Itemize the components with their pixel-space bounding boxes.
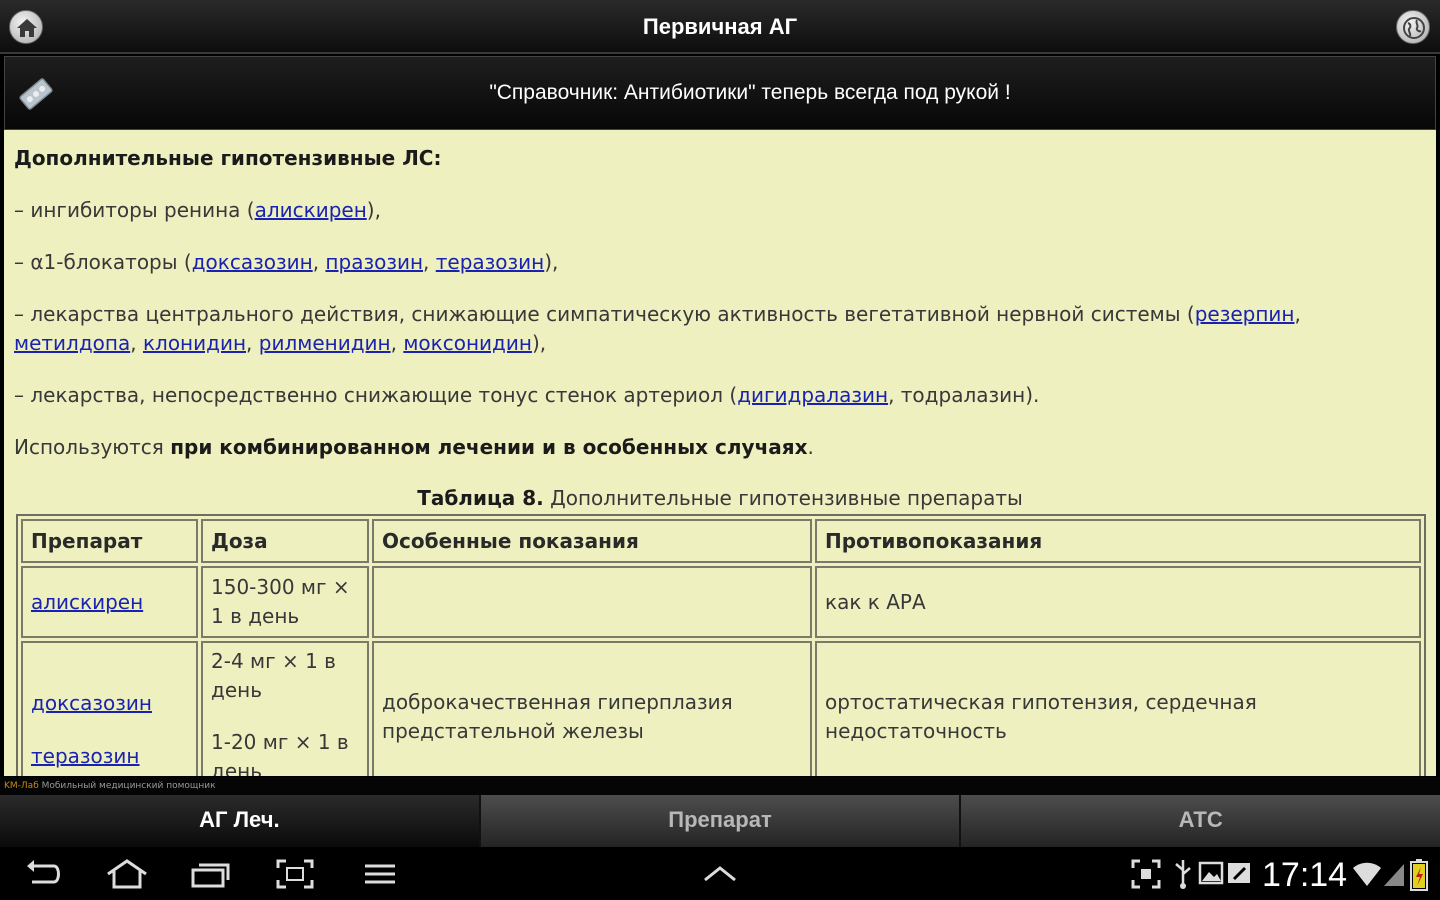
table-row: доксазозин теразозин 2-4 мг × 1 в день 1…	[21, 641, 1421, 776]
list-item-renin: – ингибиторы ренина (алискирен),	[14, 198, 381, 222]
table-row: алискирен 150-300 мг × 1 в день как к АР…	[21, 566, 1421, 638]
list-item-direct-vasodilators: – лекарства, непосредственно снижающие т…	[14, 383, 1040, 407]
usb-icon	[1175, 860, 1191, 889]
usage-note: Используются при комбинированном лечении…	[14, 435, 814, 459]
gallery-icon	[1198, 861, 1224, 885]
table-link-doxazosin[interactable]: доксазозин	[31, 691, 152, 715]
link-terazosin[interactable]: теразозин	[436, 250, 545, 274]
tab-treatment[interactable]: АГ Леч.	[0, 795, 481, 847]
battery-icon	[1410, 859, 1428, 891]
link-clonidine[interactable]: клонидин	[143, 331, 246, 355]
table-header-row: Препарат Доза Особенные показания Против…	[21, 519, 1421, 563]
link-moxonidine[interactable]: моксонидин	[403, 331, 532, 355]
cell-contraindications: как к АРА	[815, 566, 1421, 638]
header-indications: Особенные показания	[372, 519, 812, 563]
globe-button[interactable]	[1396, 10, 1430, 44]
signal-icon	[1384, 864, 1404, 886]
cell-dose: 150-300 мг × 1 в день	[201, 566, 369, 638]
list-item-alpha-blockers: – α1-блокаторы (доксазозин, празозин, те…	[14, 250, 559, 274]
bottom-tabs: АГ Леч. Препарат АТС	[0, 795, 1440, 847]
list-item-central-action: – лекарства центрального действия, снижа…	[14, 302, 1301, 355]
cell-contraindications: ортостатическая гипотензия, сердечная не…	[815, 641, 1421, 776]
cell-dose: 2-4 мг × 1 в день 1-20 мг × 1 в день	[201, 641, 369, 776]
table-link-terazosin[interactable]: теразозин	[31, 744, 140, 768]
link-methyldopa[interactable]: метилдопа	[14, 331, 130, 355]
pill-package-icon	[19, 78, 53, 110]
dose-terazosin: 1-20 мг × 1 в день	[211, 730, 349, 776]
promo-banner[interactable]: "Справочник: Антибиотики" теперь всегда …	[4, 56, 1436, 130]
cell-indications	[372, 566, 812, 638]
header-dose: Доза	[201, 519, 369, 563]
footer-strip: KM-Лаб Мобильный медицинский помощник	[0, 777, 1440, 795]
system-nav-bar: 17:14	[0, 848, 1440, 900]
recent-apps-icon[interactable]	[190, 858, 232, 890]
link-dihydralazine[interactable]: дигидралазин	[737, 383, 888, 407]
link-prazosin[interactable]: празозин	[325, 250, 423, 274]
home-icon[interactable]	[104, 858, 150, 890]
screenshot-icon	[1131, 859, 1161, 889]
tab-atc[interactable]: АТС	[961, 795, 1440, 847]
cell-drug: алискирен	[21, 566, 198, 638]
header-contraindications: Противопоказания	[815, 519, 1421, 563]
screenshot-icon[interactable]	[274, 858, 316, 890]
link-reserpine[interactable]: резерпин	[1195, 302, 1295, 326]
cell-indications: доброкачественная гиперплазия предстател…	[372, 641, 812, 776]
tab-drug[interactable]: Препарат	[480, 795, 962, 847]
section-heading: Дополнительные гипотензивные ЛС:	[14, 146, 442, 170]
title-bar: Первичная АГ	[0, 0, 1440, 54]
link-doxazosin[interactable]: доксазозин	[192, 250, 313, 274]
page-title: Первичная АГ	[642, 14, 798, 39]
dose-doxazosin: 2-4 мг × 1 в день	[211, 649, 336, 702]
cell-drug: доксазозин теразозин	[21, 641, 198, 776]
menu-icon[interactable]	[362, 858, 398, 890]
brand-label: KM-Лаб	[4, 781, 39, 791]
clock: 17:14	[1262, 856, 1348, 894]
brand-tagline: Мобильный медицинский помощник	[38, 781, 216, 791]
table-caption: Таблица 8. Дополнительные гипотензивные …	[417, 486, 1023, 510]
header-drug: Препарат	[21, 519, 198, 563]
link-aliskiren[interactable]: алискирен	[255, 198, 367, 222]
table-link-aliskiren[interactable]: алискирен	[31, 590, 143, 614]
back-icon[interactable]	[24, 858, 64, 890]
edit-icon	[1228, 863, 1250, 883]
article-content[interactable]: Дополнительные гипотензивные ЛС: – ингиб…	[4, 130, 1436, 776]
link-rilmenidine[interactable]: рилменидин	[259, 331, 391, 355]
banner-text: "Справочник: Антибиотики" теперь всегда …	[489, 81, 1011, 104]
chevron-up-icon[interactable]	[700, 858, 740, 890]
drugs-table: Препарат Доза Особенные показания Против…	[16, 514, 1426, 776]
wifi-icon	[1353, 862, 1381, 886]
globe-icon	[1403, 17, 1425, 39]
